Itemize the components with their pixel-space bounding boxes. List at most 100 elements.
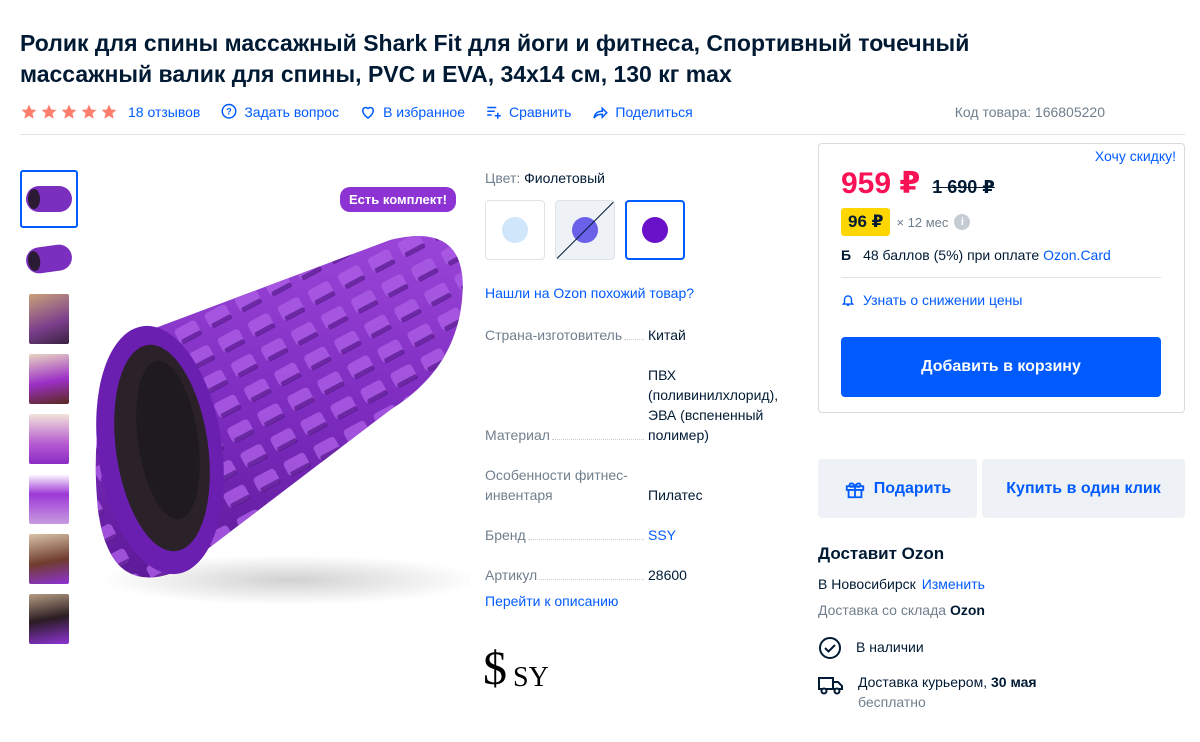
- thumbnail-4[interactable]: [20, 350, 78, 408]
- swatch-purple[interactable]: [625, 200, 685, 260]
- delivery-city: В Новосибирск: [818, 576, 916, 592]
- gift-label: Подарить: [873, 479, 952, 497]
- change-city-link[interactable]: Изменить: [922, 576, 985, 592]
- thumbnail-list: [20, 170, 80, 650]
- spec-key: Страна-изготовитель: [485, 327, 623, 343]
- question-bubble-icon: ?: [221, 103, 237, 119]
- gift-icon: [845, 481, 864, 498]
- product-title: Ролик для спины массажный Shark Fit для …: [20, 30, 970, 87]
- svg-text:?: ?: [227, 107, 233, 117]
- warehouse-name: Ozon: [949, 602, 985, 618]
- spec-value: Китай: [648, 327, 686, 343]
- secondary-actions: Подарить Купить в один клик: [818, 459, 1185, 518]
- reviews-link[interactable]: 18 отзывов: [128, 104, 200, 120]
- thumbnail-7[interactable]: [20, 530, 78, 588]
- want-discount-link[interactable]: Хочу скидку!: [1095, 148, 1176, 164]
- spec-value: 28600: [648, 567, 687, 583]
- spec-key: Бренд: [485, 527, 526, 543]
- go-to-description-link[interactable]: Перейти к описанию: [485, 593, 618, 609]
- delivery-cost: бесплатно: [858, 694, 926, 710]
- price-drop-notify-label: Узнать о снижении цены: [863, 292, 1023, 308]
- header-divider: [20, 134, 1185, 135]
- current-price: 959 ₽: [841, 167, 921, 200]
- spec-row: Материал ПВХ (поливинилхлорид), ЭВА (всп…: [485, 365, 795, 445]
- installment-price: 96 ₽: [841, 208, 891, 236]
- warehouse-prefix: Доставка со склада: [818, 602, 947, 618]
- thumbnail-2[interactable]: [20, 230, 78, 288]
- swatch-light-blue[interactable]: [485, 200, 545, 260]
- thumbnail-6[interactable]: [20, 470, 78, 528]
- star-icon: [101, 104, 117, 119]
- photo-thumb-image: [29, 474, 69, 524]
- courier-row: Доставка курьером, 30 мая бесплатно: [818, 674, 1188, 710]
- warehouse-row: Доставка со склада Ozon: [818, 602, 1188, 618]
- add-to-favorites-link[interactable]: В избранное: [359, 103, 465, 121]
- compare-icon: [487, 106, 501, 119]
- thumbnail-3[interactable]: [20, 290, 78, 348]
- color-dot: [642, 217, 668, 243]
- delivery-date: 30 мая: [990, 674, 1037, 690]
- ozon-card-link[interactable]: Ozon.Card: [1043, 247, 1111, 263]
- points-icon: Б: [841, 247, 852, 263]
- spec-key: Особенности фитнес-инвентаря: [485, 467, 628, 503]
- spec-row: Артикул 28600: [485, 565, 795, 585]
- heart-icon: [362, 106, 375, 119]
- thumbnail-1[interactable]: [20, 170, 78, 228]
- add-to-favorites-label: В избранное: [383, 104, 465, 120]
- product-sku: Код товара: 166805220: [954, 104, 1105, 120]
- spec-row: Бренд SSY: [485, 525, 795, 545]
- in-stock-label: В наличии: [856, 639, 924, 655]
- swatch-blue-violet[interactable]: [555, 200, 615, 260]
- installment-row[interactable]: 96 ₽ × 12 мес i: [841, 208, 971, 236]
- in-stock-row: В наличии: [818, 636, 1188, 660]
- brand-logo[interactable]: $ SY: [483, 636, 563, 696]
- ask-question-link[interactable]: ? Задать вопрос: [220, 103, 339, 121]
- photo-thumb-image: [29, 414, 69, 464]
- points-row: Б 48 баллов (5%) при оплате Ozon.Card: [841, 247, 1111, 263]
- main-product-image[interactable]: [90, 180, 470, 620]
- bundle-badge[interactable]: Есть комплект!: [340, 187, 456, 212]
- brand-link[interactable]: SSY: [648, 525, 795, 545]
- unavailable-strike: [556, 201, 614, 259]
- thumbnail-5[interactable]: [20, 410, 78, 468]
- share-link[interactable]: Поделиться: [591, 103, 693, 121]
- delivery-heading: Доставит Ozon: [818, 544, 945, 563]
- check-circle-icon: [819, 637, 841, 659]
- info-icon[interactable]: i: [954, 214, 971, 230]
- variant-panel: Цвет: Фиолетовый Нашли на Ozon похожий т…: [485, 170, 785, 301]
- buy-one-click-button[interactable]: Купить в один клик: [982, 459, 1185, 518]
- gift-button[interactable]: Подарить: [818, 459, 977, 518]
- rating-stars[interactable]: [20, 103, 118, 121]
- courier-label: Доставка курьером,: [858, 674, 988, 690]
- color-swatches: [485, 200, 785, 260]
- share-label: Поделиться: [615, 104, 693, 120]
- price-row: 959 ₽ 1 690 ₽: [841, 166, 995, 201]
- add-to-cart-button[interactable]: Добавить в корзину: [841, 337, 1161, 397]
- compare-link[interactable]: Сравнить: [485, 103, 571, 121]
- truck-icon: [818, 677, 843, 695]
- color-label-prefix: Цвет:: [485, 170, 521, 186]
- star-icon: [81, 104, 97, 119]
- price-drop-notify-link[interactable]: Узнать о снижении цены: [841, 292, 1022, 308]
- spec-value: ПВХ (поливинилхлорид), ЭВА (вспененный п…: [648, 367, 779, 443]
- color-dot: [502, 217, 528, 243]
- photo-thumb-image: [29, 534, 69, 584]
- star-icon: [41, 104, 57, 119]
- similar-product-link[interactable]: Нашли на Ozon похожий товар?: [485, 285, 785, 301]
- specs-list: Страна-изготовитель Китай Материал ПВХ (…: [485, 325, 795, 605]
- brand-logo-text: SY: [513, 662, 549, 693]
- ask-question-label: Задать вопрос: [244, 104, 340, 120]
- card-divider: [841, 277, 1161, 278]
- roller-thumb-image: [26, 186, 72, 212]
- product-meta-row: 18 отзывов ? Задать вопрос В избранное С…: [20, 100, 1185, 124]
- delivery-city-row: В Новосибирск Изменить: [818, 576, 1188, 592]
- spec-key: Материал: [485, 427, 550, 443]
- bell-icon: [841, 295, 855, 306]
- spec-row: Страна-изготовитель Китай: [485, 325, 795, 345]
- thumbnail-8[interactable]: [20, 590, 78, 648]
- roller-thumb-image: [24, 242, 74, 276]
- points-text: 48 баллов (5%) при оплате: [863, 247, 1040, 263]
- installment-term: × 12 мес: [896, 214, 949, 230]
- star-icon: [21, 104, 37, 119]
- spec-key: Артикул: [485, 567, 538, 583]
